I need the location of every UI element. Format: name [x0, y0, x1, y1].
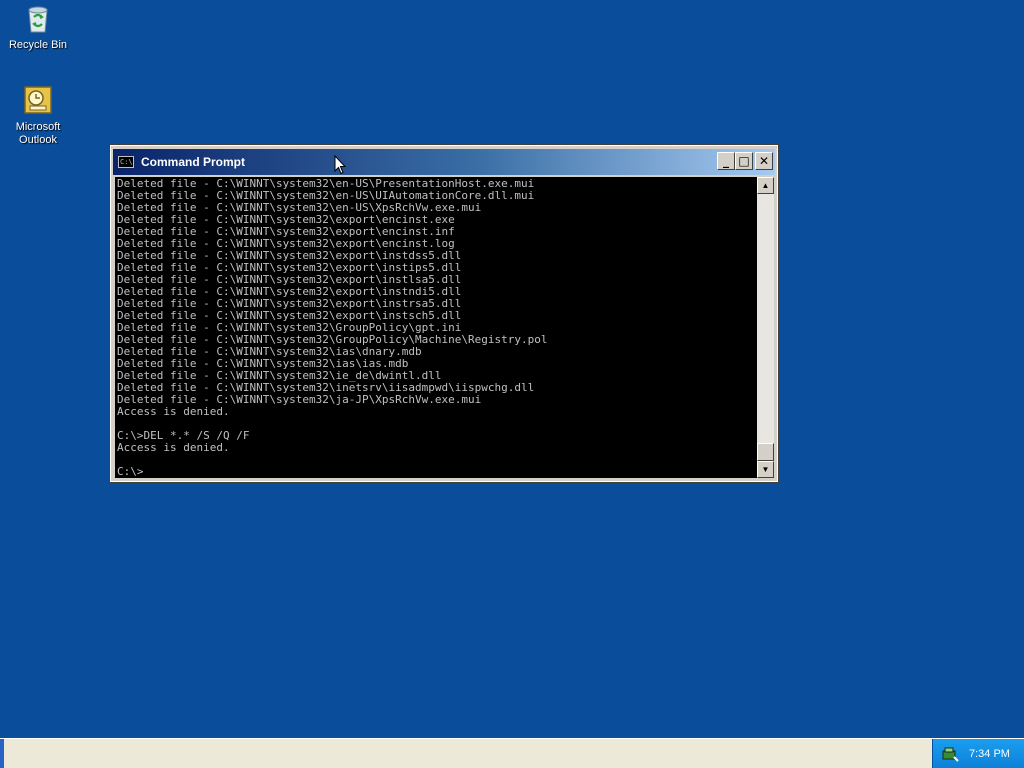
- taskbar-clock[interactable]: 7:34 PM: [969, 748, 1010, 760]
- microsoft-outlook-shortcut[interactable]: Microsoft Outlook: [0, 84, 76, 147]
- window-title: Command Prompt: [141, 155, 246, 169]
- command-prompt-icon: C:\: [118, 156, 134, 168]
- mouse-pointer-icon: [334, 155, 346, 175]
- recycle-bin-shortcut[interactable]: Recycle Bin: [0, 2, 76, 52]
- taskbar: 7:34 PM: [0, 738, 1024, 768]
- system-tray: 7:34 PM: [932, 739, 1024, 768]
- recycle-bin-icon: [22, 2, 54, 34]
- maximize-button[interactable]: □: [735, 152, 753, 170]
- taskbar-edge: [0, 739, 4, 768]
- console-output[interactable]: Deleted file - C:\WINNT\system32\en-US\P…: [115, 177, 757, 478]
- recycle-bin-label: Recycle Bin: [8, 39, 68, 51]
- scroll-thumb[interactable]: [757, 443, 774, 461]
- window-titlebar[interactable]: C:\ Command Prompt _ □ ✕: [113, 149, 775, 175]
- safely-remove-hardware-icon[interactable]: [941, 745, 959, 763]
- outlook-icon: [22, 84, 54, 116]
- scroll-down-button[interactable]: ▼: [757, 461, 774, 478]
- close-button[interactable]: ✕: [755, 152, 773, 170]
- microsoft-outlook-label: Microsoft Outlook: [15, 121, 61, 146]
- vertical-scrollbar[interactable]: ▲ ▼: [757, 177, 774, 478]
- scroll-up-button[interactable]: ▲: [757, 177, 774, 194]
- console-line: C:\>: [117, 465, 144, 478]
- console-line: Access is denied.: [117, 405, 230, 418]
- command-prompt-window[interactable]: C:\ Command Prompt _ □ ✕ Deleted file - …: [109, 144, 779, 483]
- console-line: Access is denied.: [117, 441, 230, 454]
- minimize-button[interactable]: _: [717, 152, 735, 170]
